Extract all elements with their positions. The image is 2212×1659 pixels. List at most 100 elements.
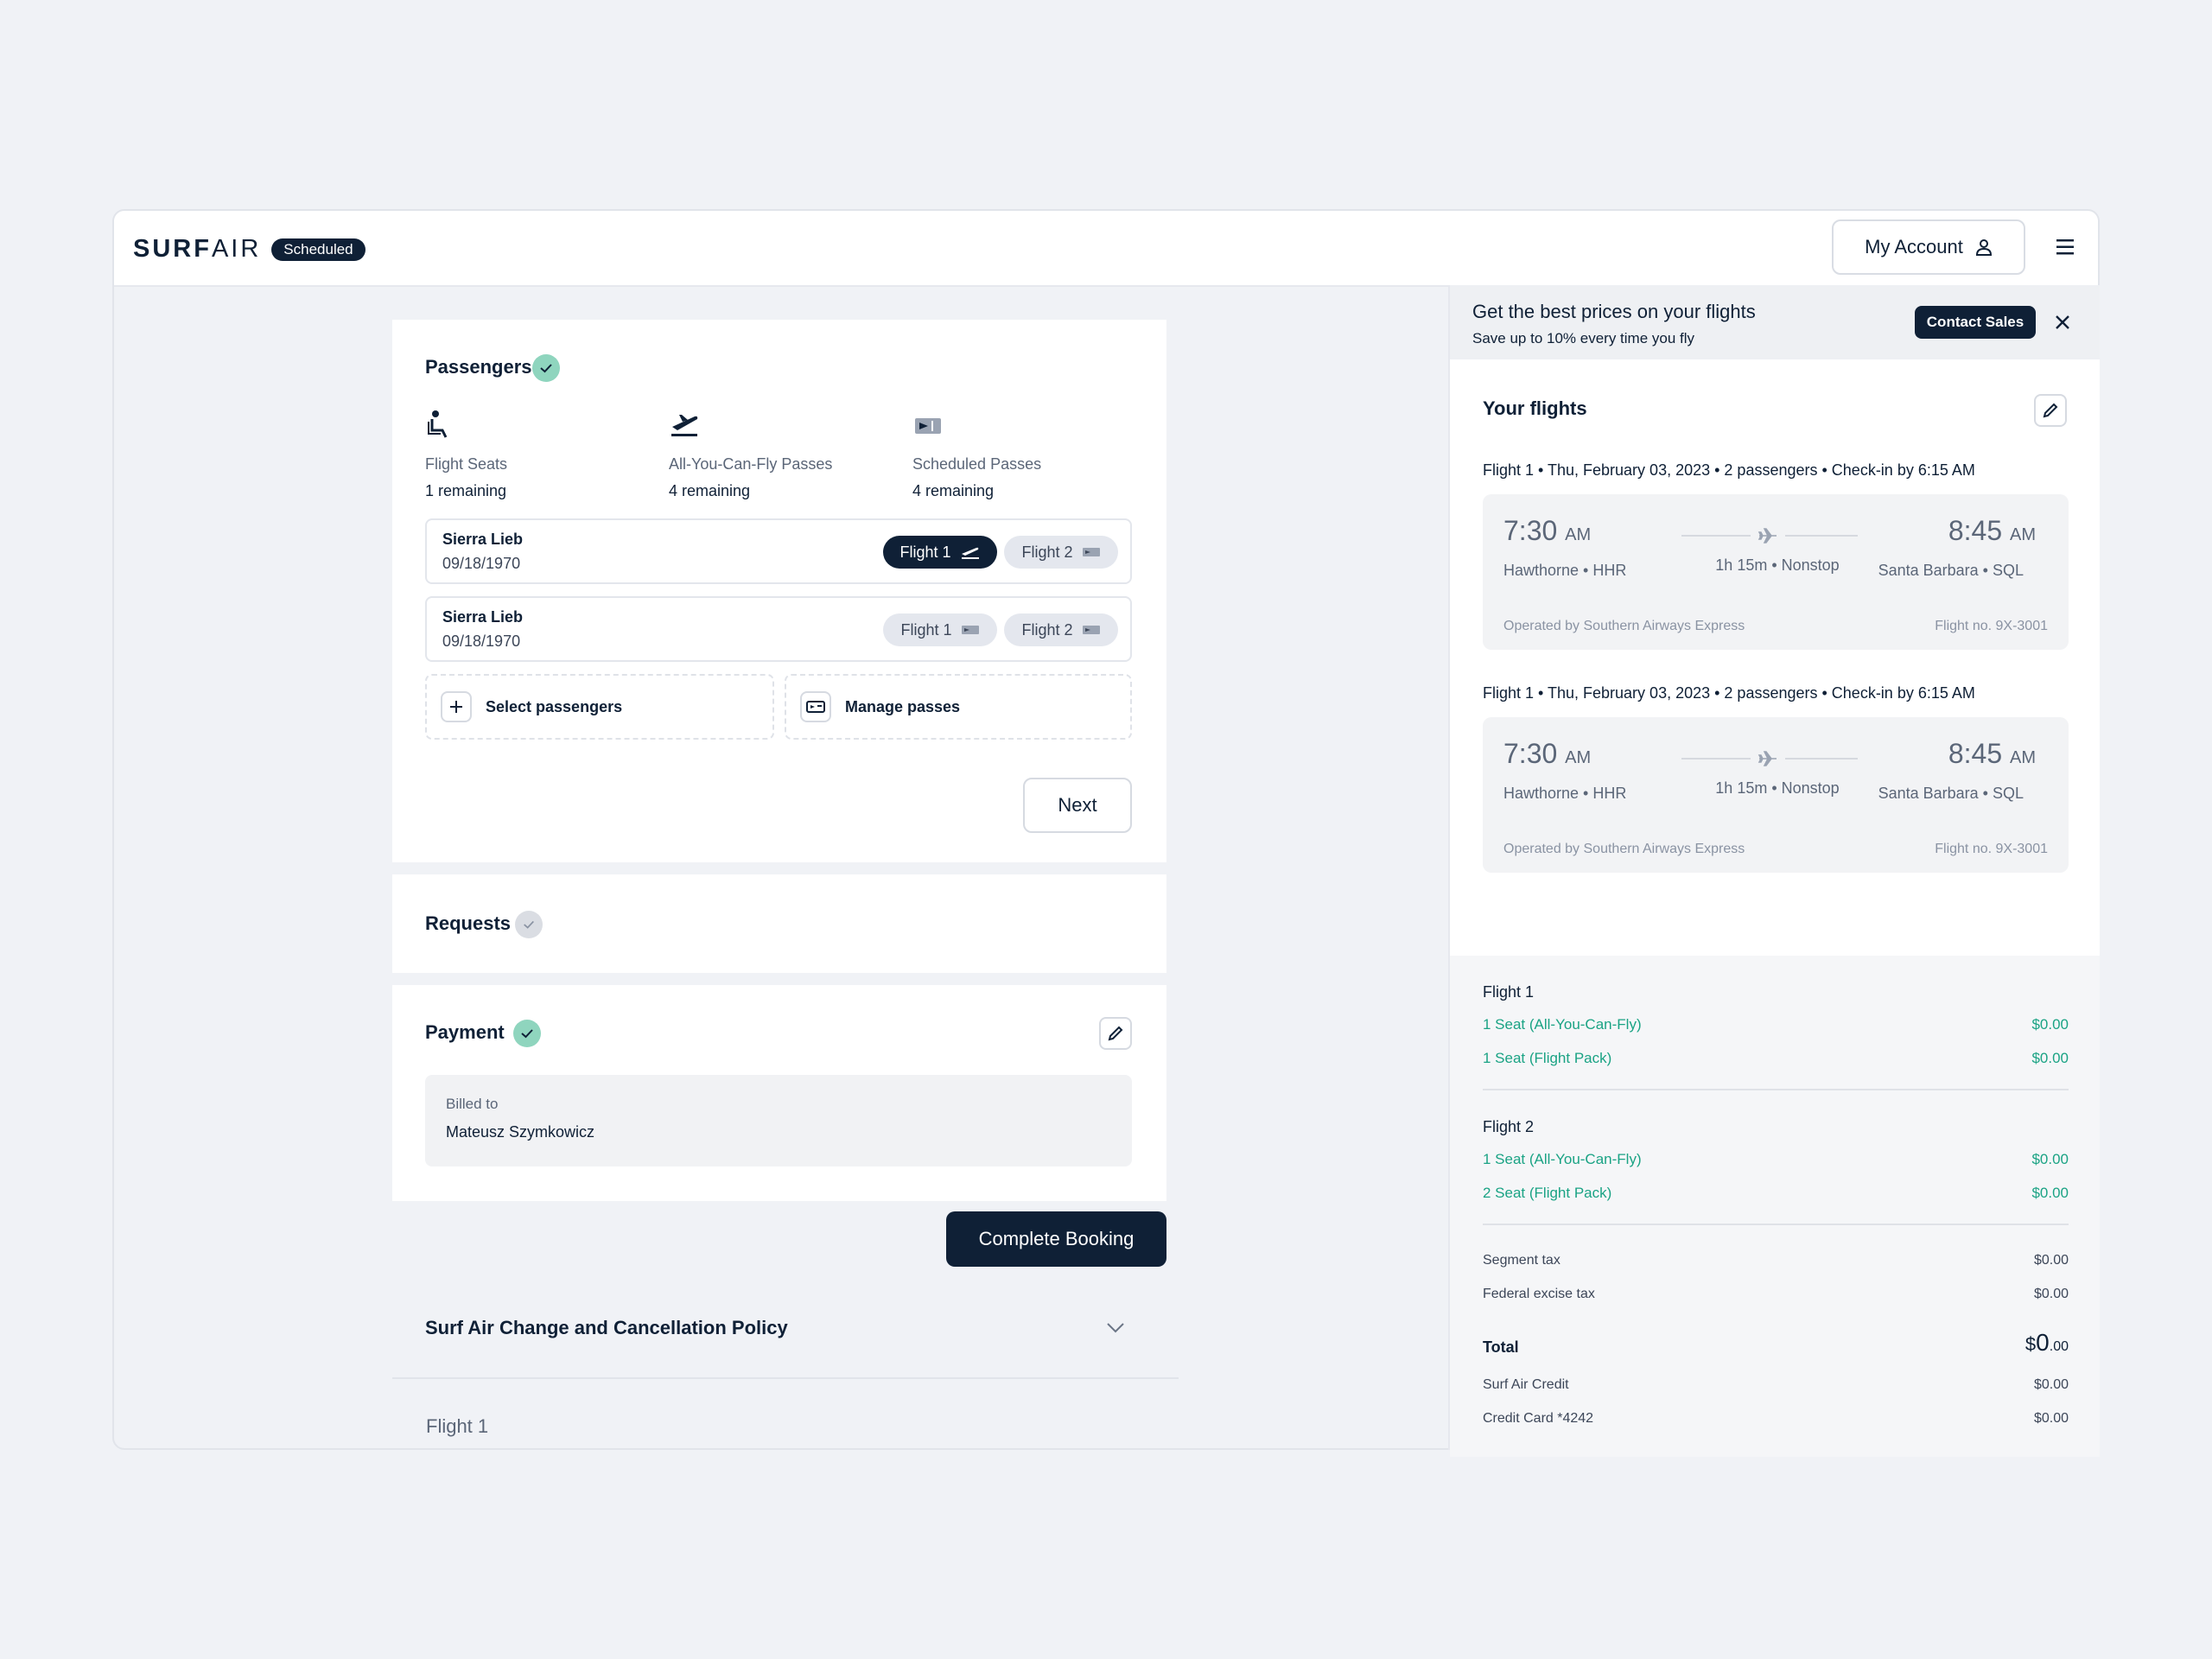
tax-line: Federal excise tax $0.00 <box>1483 1287 2069 1301</box>
contact-sales-button[interactable]: Contact Sales <box>1915 306 2036 339</box>
passenger-name: Sierra Lieb <box>442 608 524 626</box>
pill-label: Flight 2 <box>1021 620 1073 639</box>
flight-number: Flight no. 9X-3001 <box>1935 619 2048 633</box>
flight-duration: 1h 15m • Nonstop <box>1715 779 1840 797</box>
flight-duration: 1h 15m • Nonstop <box>1715 556 1840 574</box>
passengers-card: Passengers Flight Seats 1 remaining All-… <box>392 320 1166 862</box>
flight-2-pill[interactable]: Flight 2 <box>1004 536 1118 569</box>
tax-line: Segment tax $0.00 <box>1483 1253 2069 1268</box>
passenger-row[interactable]: Sierra Lieb 09/18/1970 Flight 1 Flight 2 <box>425 596 1132 662</box>
select-passengers-button[interactable]: Select passengers <box>425 674 774 740</box>
stat-value: 1 remaining <box>425 482 507 499</box>
close-icon[interactable] <box>2055 315 2070 330</box>
promo-title: Get the best prices on your flights <box>1472 301 1756 322</box>
seat-icon <box>428 410 448 438</box>
top-bar: SURFAIR Scheduled My Account <box>114 211 2098 287</box>
stat-flight-seats: Flight Seats 1 remaining <box>425 410 650 500</box>
requests-check-icon <box>515 911 543 938</box>
plus-icon <box>441 691 472 722</box>
ticket-icon <box>1082 548 1100 556</box>
arrival-city: Santa Barbara • SQL <box>1878 562 2024 579</box>
summary-group-title: Flight 2 <box>1483 1118 1535 1135</box>
requests-card[interactable]: Requests <box>392 874 1166 973</box>
select-passengers-label: Select passengers <box>486 697 623 715</box>
flight-1-pill[interactable]: Flight 1 <box>883 536 997 569</box>
ticket-icon <box>961 626 979 634</box>
pill-label: Flight 2 <box>1021 543 1073 561</box>
flight-2-pill[interactable]: Flight 2 <box>1004 613 1118 646</box>
your-flights-title: Your flights <box>1483 397 1587 419</box>
payment-card: Payment Billed to Mateusz Szymkowicz <box>392 985 1166 1201</box>
user-icon <box>1975 239 1992 256</box>
departure-time: 7:30 AM <box>1503 738 1592 769</box>
billed-to-box: Billed to Mateusz Szymkowicz <box>425 1075 1132 1166</box>
route-line <box>1785 758 1858 760</box>
promo-banner: Get the best prices on your flights Save… <box>1450 285 2100 359</box>
total-row: Total $0.00 <box>1483 1329 2069 1357</box>
credit-line: Credit Card *4242 $0.00 <box>1483 1411 2069 1426</box>
pencil-icon <box>1108 1026 1123 1041</box>
right-panel: Get the best prices on your flights Save… <box>1448 285 2100 1457</box>
stat-label: Scheduled Passes <box>912 455 1042 473</box>
arrival-time: 8:45 AM <box>1948 515 2036 546</box>
stat-value: 4 remaining <box>669 482 751 499</box>
my-account-button[interactable]: My Account <box>1832 219 2025 275</box>
manage-passes-button[interactable]: Manage passes <box>785 674 1132 740</box>
plane-takeoff-icon <box>671 415 698 436</box>
promo-subtitle: Save up to 10% every time you fly <box>1472 330 1695 346</box>
divider <box>1483 1089 2069 1090</box>
route-line <box>1681 535 1751 537</box>
manage-passes-label: Manage passes <box>845 697 961 715</box>
passenger-row[interactable]: Sierra Lieb 09/18/1970 Flight 1 Flight 2 <box>425 518 1132 584</box>
ticket-icon <box>915 418 941 434</box>
total-amount: $0.00 <box>2024 1329 2069 1356</box>
logo-text: SURFAIR <box>133 235 262 263</box>
billed-name: Mateusz Szymkowicz <box>446 1123 595 1141</box>
stat-value: 4 remaining <box>912 482 995 499</box>
passenger-actions: Select passengers Manage passes <box>425 674 1132 740</box>
pencil-icon <box>2043 403 2058 418</box>
next-button[interactable]: Next <box>1023 778 1132 833</box>
flight-1-pill[interactable]: Flight 1 <box>883 613 997 646</box>
payment-title: Payment <box>425 1021 505 1043</box>
policy-accordion[interactable]: Surf Air Change and Cancellation Policy <box>392 1294 1179 1379</box>
passengers-title: Passengers <box>425 356 532 378</box>
price-summary: Flight 1 1 Seat (All-You-Can-Fly) $0.00 1… <box>1450 956 2100 1457</box>
policy-flight-label: Flight 1 <box>426 1415 489 1437</box>
route-line <box>1785 535 1858 537</box>
summary-line: 1 Seat (All-You-Can-Fly) $0.00 <box>1483 1016 2069 1033</box>
departure-city: Hawthorne • HHR <box>1503 785 1627 802</box>
plane-icon <box>1758 528 1777 543</box>
pill-label: Flight 1 <box>899 543 951 561</box>
plane-icon <box>961 547 979 559</box>
operator: Operated by Southern Airways Express <box>1503 619 1745 633</box>
edit-payment-button[interactable] <box>1099 1017 1132 1050</box>
edit-flights-button[interactable] <box>2034 394 2067 427</box>
ticket-icon <box>1082 626 1100 634</box>
pill-label: Flight 1 <box>900 620 952 639</box>
divider <box>1483 1224 2069 1225</box>
stat-scheduled-passes: Scheduled Passes 4 remaining <box>912 410 1137 500</box>
payment-check-icon <box>513 1020 541 1047</box>
total-label: Total <box>1483 1338 1519 1356</box>
departure-time: 7:30 AM <box>1503 515 1592 546</box>
menu-icon[interactable] <box>2053 237 2077 257</box>
passenger-dob: 09/18/1970 <box>442 555 521 572</box>
flight-number: Flight no. 9X-3001 <box>1935 842 2048 856</box>
summary-line: 2 Seat (Flight Pack) $0.00 <box>1483 1185 2069 1201</box>
flight-meta: Flight 1 • Thu, February 03, 2023 • 2 pa… <box>1483 461 1975 479</box>
flight-card[interactable]: 7:30 AM Hawthorne • HHR 1h 15m • Nonstop… <box>1483 494 2069 650</box>
flight-card[interactable]: 7:30 AM Hawthorne • HHR 1h 15m • Nonstop… <box>1483 717 2069 873</box>
operator: Operated by Southern Airways Express <box>1503 842 1745 856</box>
passenger-name: Sierra Lieb <box>442 531 524 548</box>
arrival-city: Santa Barbara • SQL <box>1878 785 2024 802</box>
complete-booking-button[interactable]: Complete Booking <box>946 1211 1166 1267</box>
logo[interactable]: SURFAIR Scheduled <box>133 235 365 264</box>
passengers-check-icon <box>532 354 560 382</box>
policy-title: Surf Air Change and Cancellation Policy <box>425 1317 788 1338</box>
summary-line: 1 Seat (All-You-Can-Fly) $0.00 <box>1483 1151 2069 1167</box>
chevron-down-icon <box>1107 1323 1124 1333</box>
requests-title: Requests <box>425 912 512 934</box>
passenger-dob: 09/18/1970 <box>442 632 521 650</box>
arrival-time: 8:45 AM <box>1948 738 2036 769</box>
